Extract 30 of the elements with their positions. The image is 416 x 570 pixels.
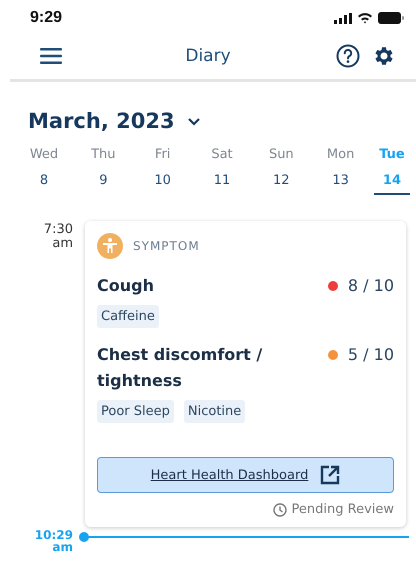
signal-icon <box>334 12 352 24</box>
chevron-down-icon <box>186 116 201 126</box>
page-title: Diary <box>185 46 231 66</box>
trigger-tag: Poor Sleep <box>97 400 174 423</box>
person-icon <box>97 233 123 259</box>
day-tab[interactable]: Sun 12 <box>255 147 308 195</box>
dashboard-link-button[interactable]: Heart Health Dashboard <box>97 457 394 493</box>
day-tab[interactable]: Wed 8 <box>18 147 70 195</box>
clock-icon <box>272 502 287 516</box>
day-tab[interactable]: Mon 13 <box>314 147 367 195</box>
external-link-icon <box>320 465 340 485</box>
severity-score: 8 / 10 <box>348 276 394 295</box>
day-tab[interactable]: Sat 11 <box>196 147 248 195</box>
menu-button[interactable] <box>40 48 62 64</box>
trigger-tag: Caffeine <box>97 305 159 328</box>
day-tab[interactable]: Thu 9 <box>77 147 130 195</box>
wifi-icon <box>357 12 373 24</box>
current-time: 10:29 am <box>34 529 73 553</box>
month-selector[interactable]: March, 2023 <box>28 109 201 133</box>
entry-time: 7:30 am <box>44 223 73 251</box>
trigger-tag: Nicotine <box>184 400 246 423</box>
review-status: Pending Review <box>292 502 394 517</box>
help-button[interactable] <box>336 44 360 68</box>
day-tab[interactable]: Fri 10 <box>136 147 189 195</box>
symptom-name: Chest discomfort / tightness <box>97 344 264 392</box>
severity-score: 5 / 10 <box>348 345 394 364</box>
status-time: 9:29 <box>30 9 62 27</box>
battery-icon <box>378 12 404 24</box>
category-label: SYMPTOM <box>133 239 200 253</box>
symptom-name: Cough <box>97 275 155 297</box>
